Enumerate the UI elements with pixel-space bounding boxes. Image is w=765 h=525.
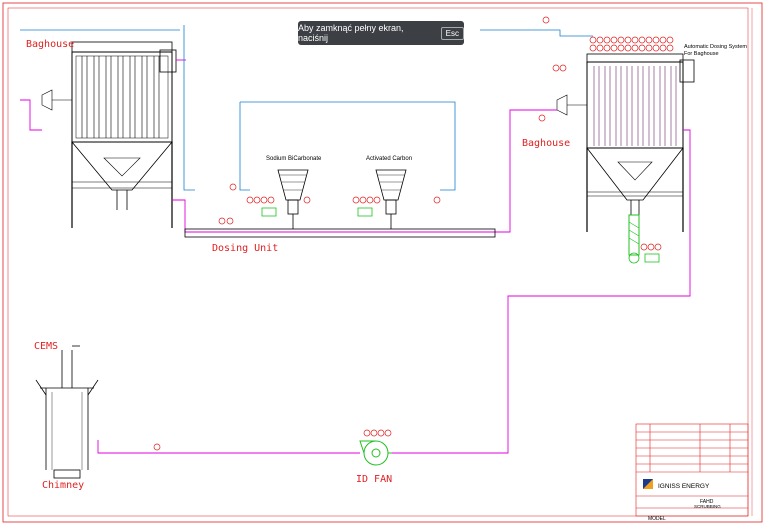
baghouse-left — [41, 41, 177, 228]
chimney-label: Chimney — [42, 480, 84, 491]
baghouse-right — [556, 53, 695, 232]
title-block — [635, 423, 749, 517]
dosing-instruments — [218, 183, 441, 225]
automatic-dosing-label-2: For Baghouse — [684, 51, 719, 57]
fullscreen-toast: Aby zamknąć pełny ekran, naciśnij Esc — [298, 21, 464, 45]
feeder-motors — [261, 207, 373, 217]
chimney — [35, 345, 99, 479]
drawing-border — [2, 2, 763, 523]
dosing-unit-label: Dosing Unit — [212, 243, 278, 254]
id-fan-label: ID FAN — [356, 474, 392, 485]
company-name: IGNISS ENERGY — [658, 483, 710, 490]
drawing-subtitle: SCRUBBING — [694, 504, 721, 509]
id-fan — [359, 440, 392, 466]
sodium-bicarbonate-label: Sodium BiCarbonate — [266, 156, 322, 162]
instrument-bubbles-top — [538, 16, 674, 251]
toast-message: Aby zamknąć pełny ekran, naciśnij — [298, 23, 404, 43]
sodium-bicarbonate-hopper — [277, 169, 309, 229]
process-flow-diagram: Baghouse Baghouse Dosing Unit Sodium BiC… — [2, 2, 763, 523]
activated-carbon-label: Activated Carbon — [366, 156, 412, 162]
baghouse-left-label: Baghouse — [26, 39, 74, 50]
baghouse-right-label: Baghouse — [522, 138, 570, 149]
flue-gas-lines — [20, 59, 691, 454]
automatic-dosing-label: Automatic Dosing System — [684, 44, 747, 50]
fan-instruments — [153, 429, 392, 451]
dosing-pipe — [184, 228, 496, 238]
model-label: MODEL — [648, 516, 666, 522]
company-logo — [643, 479, 653, 489]
esc-key-badge[interactable]: Esc — [440, 26, 464, 40]
rotary-valve-conveyor — [628, 214, 660, 264]
cems-label: CEMS — [34, 341, 58, 352]
activated-carbon-hopper — [375, 169, 407, 229]
